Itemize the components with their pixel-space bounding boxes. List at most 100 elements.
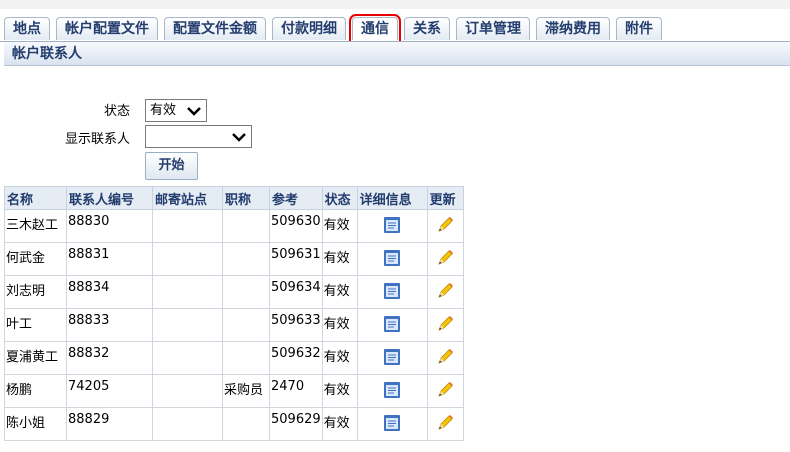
details-page-icon[interactable] [383,250,401,271]
cell-mail-site [152,242,223,276]
cell-name: 三木赵工 [4,209,67,243]
details-page-icon[interactable] [383,349,401,370]
column-header-contact-number[interactable]: 联系人编号 [66,186,153,210]
status-select[interactable]: 有效 [145,99,207,122]
update-cell [426,308,464,342]
tab-order-management[interactable]: 订单管理 [456,17,530,40]
details-page-icon[interactable] [383,217,401,238]
cell-mail-site [152,275,223,309]
pencil-icon[interactable] [435,283,455,305]
cell-contact-number: 88832 [66,341,153,375]
table-row: 何武金 88831 509631 有效 [4,242,464,276]
details-cell [356,209,428,243]
cell-reference: 509629 [269,407,323,441]
cell-mail-site [152,374,223,408]
details-cell [356,242,428,276]
cell-title [222,341,270,375]
tab-attachments[interactable]: 附件 [616,17,662,40]
table-row: 叶工 88833 509633 有效 [4,308,464,342]
cell-status: 有效 [321,209,358,243]
pencil-icon[interactable] [435,349,455,371]
cell-mail-site [152,341,223,375]
cell-reference: 2470 [269,374,323,408]
tab-locations[interactable]: 地点 [4,17,50,40]
cell-status: 有效 [321,275,358,309]
tab-communication[interactable]: 通信 [349,14,401,43]
details-page-icon[interactable] [383,316,401,337]
pencil-icon[interactable] [435,382,455,404]
details-cell [356,407,428,441]
cell-reference: 509632 [269,341,323,375]
update-cell [426,275,464,309]
top-strip [0,0,790,9]
tab-profile-amounts[interactable]: 配置文件金额 [164,17,266,40]
cell-contact-number: 74205 [66,374,153,408]
cell-title [222,407,270,441]
cell-status: 有效 [321,242,358,276]
cell-name: 刘志明 [4,275,67,309]
cell-title [222,209,270,243]
table-row: 刘志明 88834 509634 有效 [4,275,464,309]
table-row: 三木赵工 88830 509630 有效 [4,209,464,243]
cell-contact-number: 88830 [66,209,153,243]
pencil-icon[interactable] [435,316,455,338]
cell-title: 采购员 [222,374,270,408]
table-header-row: 名称 联系人编号 邮寄站点 职称 参考 状态 详细信息 更新 [4,186,464,210]
details-cell [356,275,428,309]
section-header: 帐户联系人 [4,42,790,66]
tab-account-profile[interactable]: 帐户配置文件 [56,17,158,40]
cell-status: 有效 [321,308,358,342]
table-row: 夏浦黄工 88832 509632 有效 [4,341,464,375]
details-cell [356,341,428,375]
cell-name: 陈小姐 [4,407,67,441]
cell-reference: 509633 [269,308,323,342]
cell-status: 有效 [321,341,358,375]
update-cell [426,407,464,441]
column-header-title[interactable]: 职称 [222,186,270,210]
show-contact-select[interactable] [145,125,252,148]
go-button[interactable]: 开始 [145,152,198,180]
details-cell [356,374,428,408]
column-header-mail-site[interactable]: 邮寄站点 [152,186,223,210]
column-header-status[interactable]: 状态 [321,186,358,210]
update-cell [426,242,464,276]
tab-relationships[interactable]: 关系 [404,17,450,40]
cell-name: 夏浦黄工 [4,341,67,375]
cell-contact-number: 88834 [66,275,153,309]
table-row: 杨鹏 74205 采购员 2470 有效 [4,374,464,408]
pencil-icon[interactable] [435,217,455,239]
details-page-icon[interactable] [383,382,401,403]
cell-title [222,308,270,342]
tab-bar: 地点 帐户配置文件 配置文件金额 付款明细 通信 关系 订单管理 滞纳费用 附件 [4,14,668,43]
cell-title [222,275,270,309]
contacts-table: 名称 联系人编号 邮寄站点 职称 参考 状态 详细信息 更新 三木赵工 88830… [4,186,464,441]
cell-contact-number: 88829 [66,407,153,441]
cell-contact-number: 88831 [66,242,153,276]
cell-reference: 509634 [269,275,323,309]
column-header-reference[interactable]: 参考 [269,186,323,210]
details-page-icon[interactable] [383,283,401,304]
details-page-icon[interactable] [383,415,401,436]
update-cell [426,209,464,243]
cell-name: 叶工 [4,308,67,342]
cell-status: 有效 [321,407,358,441]
pencil-icon[interactable] [435,250,455,272]
cell-mail-site [152,308,223,342]
cell-status: 有效 [321,374,358,408]
tab-late-charges[interactable]: 滞纳费用 [536,17,610,40]
show-contact-label: 显示联系人 [64,132,130,147]
tab-payment-details[interactable]: 付款明细 [272,17,346,40]
table-row: 陈小姐 88829 509629 有效 [4,407,464,441]
pencil-icon[interactable] [435,415,455,437]
status-select-value: 有效 [150,103,177,118]
cell-reference: 509630 [269,209,323,243]
column-header-update: 更新 [426,186,464,210]
status-label: 状态 [103,104,130,119]
cell-mail-site [152,407,223,441]
cell-reference: 509631 [269,242,323,276]
details-cell [356,308,428,342]
update-cell [426,341,464,375]
column-header-name[interactable]: 名称 [4,186,67,210]
cell-name: 何武金 [4,242,67,276]
cell-name: 杨鹏 [4,374,67,408]
